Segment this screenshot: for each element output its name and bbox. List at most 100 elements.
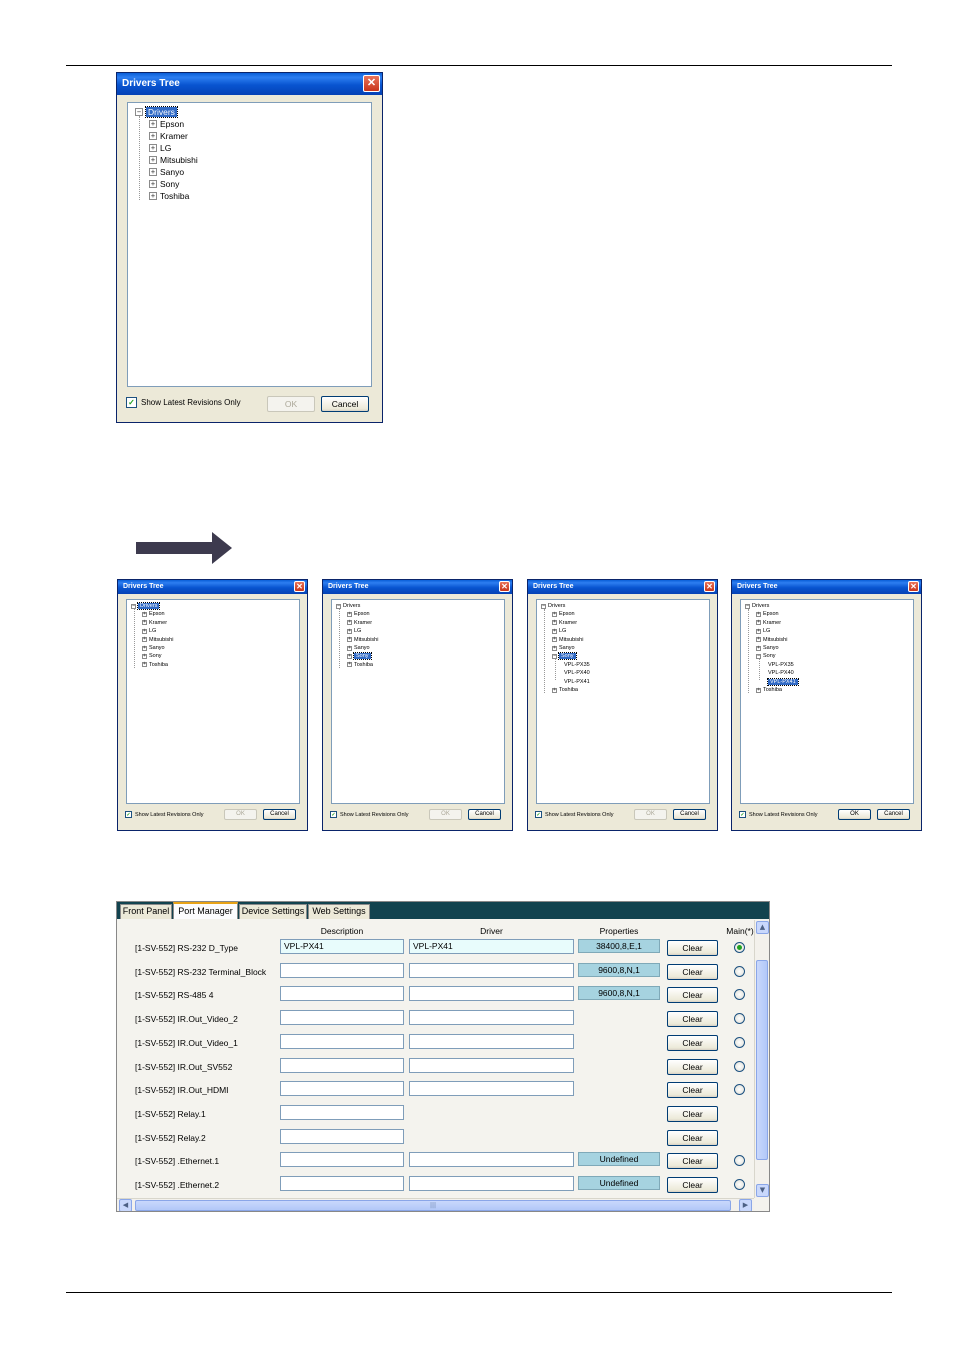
tree-node-root[interactable]: − Drivers <box>131 602 161 610</box>
close-icon[interactable]: ✕ <box>294 581 305 592</box>
expand-icon[interactable]: + <box>142 637 147 643</box>
main-radio[interactable] <box>734 1155 745 1167</box>
expand-icon[interactable]: + <box>756 620 761 626</box>
cancel-button[interactable]: Cancel <box>468 809 501 820</box>
properties-button[interactable]: Undefined <box>578 1176 660 1190</box>
tree-node-lg[interactable]: + LG <box>149 143 171 153</box>
main-radio[interactable] <box>734 1036 745 1048</box>
tree-node-vpl-px35[interactable]: VPL-PX35 <box>564 662 590 668</box>
show-latest-checkbox[interactable]: ✓ <box>126 397 137 408</box>
collapse-icon[interactable]: − <box>745 603 750 609</box>
cancel-button[interactable]: Cancel <box>321 396 369 412</box>
expand-icon[interactable]: + <box>149 120 157 128</box>
cancel-button[interactable]: Cancel <box>877 809 910 820</box>
expand-icon[interactable]: + <box>756 645 761 651</box>
ok-button[interactable]: OK <box>634 809 667 820</box>
expand-icon[interactable]: + <box>552 611 557 617</box>
expand-icon[interactable]: + <box>756 637 761 643</box>
tree-node-vpl-px41[interactable]: VPL-PX41 <box>767 677 799 686</box>
properties-button[interactable]: 38400,8,E,1 <box>578 939 660 953</box>
expand-icon[interactable]: + <box>142 611 147 617</box>
ok-button[interactable]: OK <box>429 809 462 820</box>
tree-node-mitsubishi[interactable]: + Mitsubishi <box>756 637 787 643</box>
expand-icon[interactable]: + <box>756 628 761 634</box>
description-input[interactable]: VPL-PX41 <box>280 939 404 954</box>
driver-input[interactable] <box>409 1176 574 1191</box>
expand-icon[interactable]: + <box>756 687 761 693</box>
tree-node-sony[interactable]: + Sony <box>347 652 372 661</box>
expand-icon[interactable]: + <box>552 620 557 626</box>
tree-node-toshiba[interactable]: + Toshiba <box>552 687 578 693</box>
collapse-icon[interactable]: − <box>135 108 143 116</box>
main-radio[interactable] <box>734 1084 745 1096</box>
show-latest-checkbox[interactable]: ✓ <box>739 811 746 818</box>
tree-node-vpl-px40[interactable]: VPL-PX40 <box>564 670 590 676</box>
tree-node-sony[interactable]: + Sony <box>149 179 179 189</box>
tree-node-vpl-px35[interactable]: VPL-PX35 <box>768 662 794 668</box>
expand-icon[interactable]: + <box>149 132 157 140</box>
description-input[interactable] <box>280 962 404 978</box>
collapse-icon[interactable]: − <box>131 603 136 609</box>
expand-icon[interactable]: + <box>142 653 147 659</box>
show-latest-checkbox[interactable]: ✓ <box>535 811 542 818</box>
tab-front-panel[interactable]: Front Panel <box>120 904 172 919</box>
tab-device-settings[interactable]: Device Settings <box>239 904 307 919</box>
tree-node-kramer[interactable]: + Kramer <box>756 620 781 626</box>
clear-button[interactable]: Clear <box>667 987 718 1004</box>
clear-button[interactable]: Clear <box>667 1082 718 1099</box>
tree-node-lg[interactable]: + LG <box>552 628 566 634</box>
scroll-down-button[interactable]: ▼ <box>756 1184 769 1197</box>
description-input[interactable] <box>280 1033 404 1049</box>
expand-icon[interactable]: + <box>552 637 557 643</box>
close-icon[interactable]: ✕ <box>704 581 715 592</box>
clear-button[interactable]: Clear <box>667 1129 718 1146</box>
tree-node-lg[interactable]: + LG <box>347 628 361 634</box>
tree-node-epson[interactable]: + Epson <box>149 119 184 129</box>
tree-node-epson[interactable]: + Epson <box>347 611 370 617</box>
clear-button[interactable]: Clear <box>667 1011 718 1028</box>
tree-node-lg[interactable]: + LG <box>756 628 770 634</box>
expand-icon[interactable]: + <box>149 156 157 164</box>
tree-node-epson[interactable]: + Epson <box>142 611 165 617</box>
tree-node-epson[interactable]: + Epson <box>756 611 779 617</box>
driver-input[interactable] <box>409 962 574 978</box>
main-radio[interactable] <box>734 989 745 1001</box>
tree-node-root[interactable]: − Drivers <box>336 603 360 609</box>
expand-icon[interactable]: + <box>347 628 352 634</box>
tree-node-kramer[interactable]: + Kramer <box>149 131 188 141</box>
cancel-button[interactable]: Cancel <box>673 809 706 820</box>
scroll-up-button[interactable]: ▲ <box>756 921 769 934</box>
expand-icon[interactable]: + <box>347 611 352 617</box>
scroll-left-button[interactable]: ◀ <box>119 1199 132 1211</box>
main-radio[interactable] <box>734 1060 745 1072</box>
expand-icon[interactable]: + <box>756 611 761 617</box>
driver-input[interactable] <box>409 1081 574 1097</box>
description-input[interactable] <box>280 1081 404 1097</box>
expand-icon[interactable]: + <box>142 645 147 651</box>
expand-icon[interactable]: + <box>347 637 352 643</box>
tree-node-vpl-px40[interactable]: VPL-PX40 <box>768 670 794 676</box>
tree-node-toshiba[interactable]: + Toshiba <box>149 191 189 201</box>
clear-button[interactable]: Clear <box>667 1153 718 1170</box>
driver-input[interactable] <box>409 1152 574 1168</box>
expand-icon[interactable]: + <box>149 168 157 176</box>
vertical-scrollbar[interactable]: ▲ ▼ <box>754 920 769 1198</box>
cancel-button[interactable]: Cancel <box>263 809 296 820</box>
clear-button[interactable]: Clear <box>667 940 718 956</box>
clear-button[interactable]: Clear <box>667 1177 718 1193</box>
drivers-tree-view[interactable]: − Drivers + Epson + Kramer + LG + Mitsubishi + Sany… <box>126 599 300 804</box>
main-radio[interactable] <box>734 1013 745 1025</box>
horizontal-scrollbar[interactable]: ◀ ||| ▶ <box>117 1198 754 1211</box>
description-input[interactable] <box>280 1057 404 1073</box>
tree-node-sanyo[interactable]: + Sanyo <box>149 167 184 177</box>
clear-button[interactable]: Clear <box>667 963 718 980</box>
tree-node-kramer[interactable]: + Kramer <box>142 620 167 626</box>
collapse-icon[interactable]: − <box>336 603 341 609</box>
driver-input[interactable] <box>409 1033 574 1049</box>
tree-node-toshiba[interactable]: + Toshiba <box>756 687 782 693</box>
expand-icon[interactable]: + <box>149 180 157 188</box>
tree-node-sony[interactable]: − Sony <box>552 652 577 661</box>
close-icon[interactable]: ✕ <box>908 581 919 592</box>
tree-node-root[interactable]: − Drivers <box>541 603 565 609</box>
show-latest-checkbox[interactable]: ✓ <box>330 811 337 818</box>
